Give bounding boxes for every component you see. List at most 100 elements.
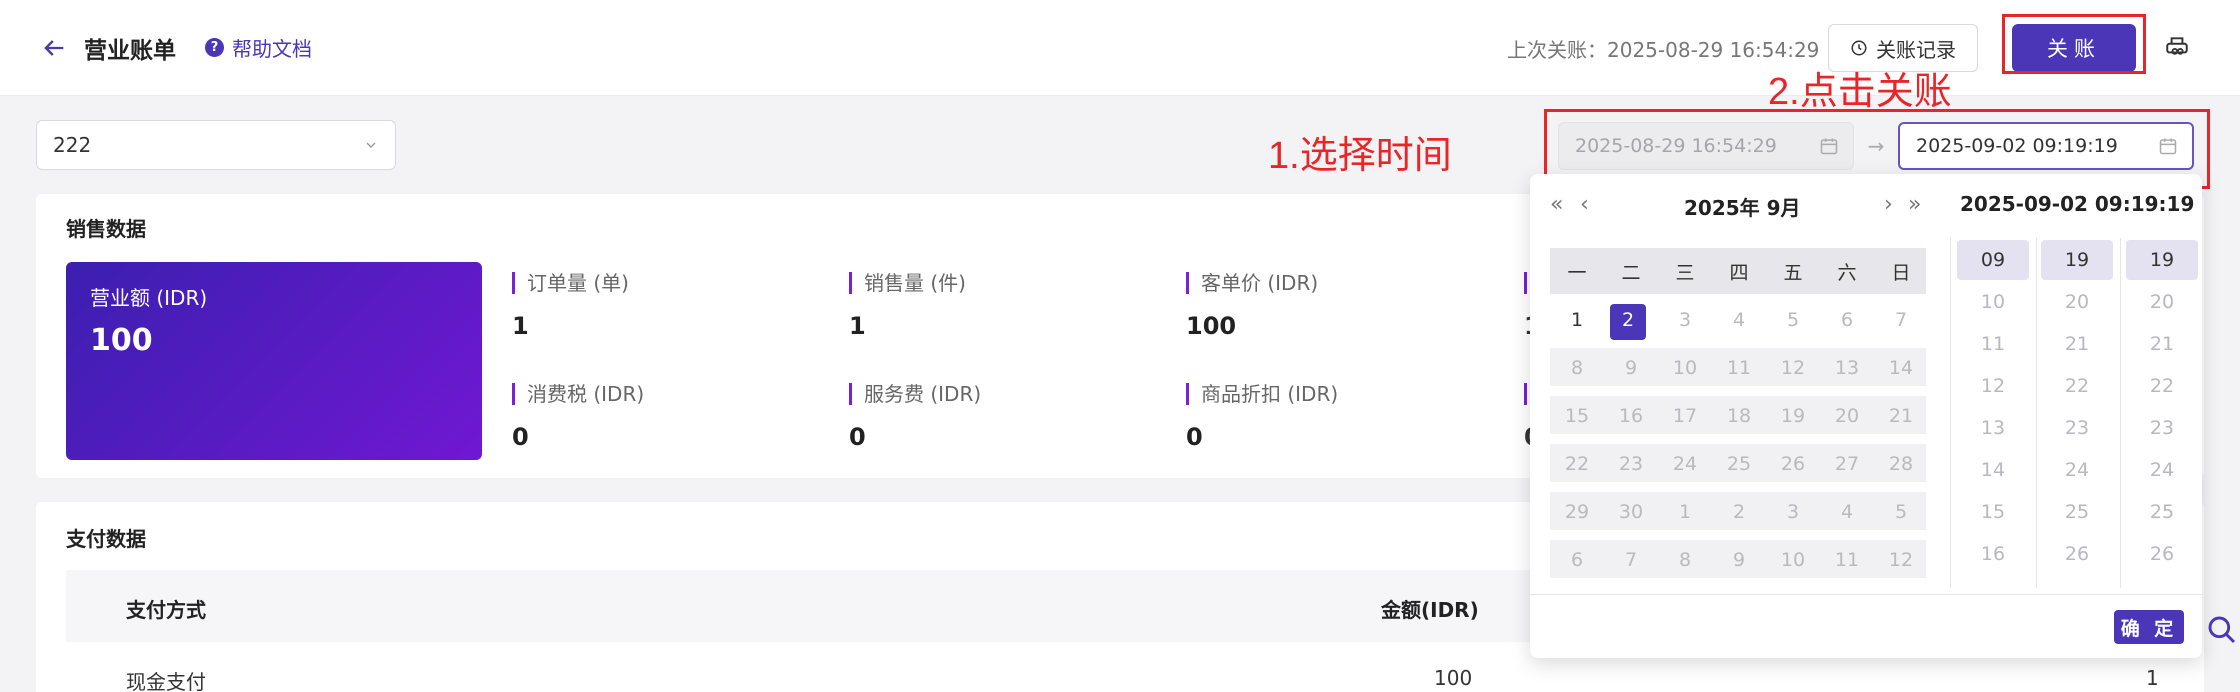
question-icon: ? [205, 38, 224, 57]
hour-option: 11 [1980, 333, 2006, 355]
hour-option: 10 [1980, 291, 2006, 313]
calendar-day: 17 [1672, 405, 1698, 427]
weekday-label: 二 [1621, 262, 1641, 284]
search-icon[interactable] [2206, 614, 2238, 646]
calendar-icon [2159, 138, 2177, 155]
calendar-day: 11 [1726, 357, 1752, 379]
hour-option: 12 [1980, 375, 2006, 397]
calendar-day: 4 [1840, 501, 1854, 523]
close-records-label: 关账记录 [1876, 37, 1956, 62]
calendar-day: 12 [1780, 357, 1806, 379]
metric-label: 消费税 (IDR) [512, 383, 812, 405]
calendar-day: 30 [1618, 501, 1644, 523]
metric-value: 1 [849, 312, 866, 340]
metric-marker [1524, 272, 1527, 294]
back-arrow-icon[interactable] [40, 34, 68, 62]
metric-label: 商品折扣 (IDR) [1186, 383, 1486, 405]
help-docs-link[interactable]: ? 帮助文档 [205, 33, 312, 62]
metric-label: 订单量 (单) [512, 272, 812, 294]
weekday-label: 三 [1675, 262, 1695, 284]
calendar-day: 16 [1618, 405, 1644, 427]
calendar-day: 9 [1624, 357, 1638, 379]
range-arrow-icon: → [1867, 134, 1885, 158]
second-option[interactable]: 19 [2126, 249, 2198, 271]
calendar-week: 6 7 8 9 10 11 12 [1550, 540, 1926, 578]
calendar-day: 7 [1894, 309, 1908, 331]
second-option: 23 [2149, 417, 2175, 439]
sales-title: 销售数据 [66, 217, 146, 241]
minute-option: 21 [2064, 333, 2090, 355]
minute-option: 22 [2064, 375, 2090, 397]
column-divider [2120, 238, 2121, 588]
chevron-down-icon [366, 142, 376, 148]
next-month-icon[interactable]: › [1884, 192, 1893, 217]
confirm-button[interactable]: 确 定 [2114, 610, 2184, 644]
store-select-value: 222 [53, 133, 92, 157]
metric-marker [1524, 383, 1527, 405]
second-option: 20 [2149, 291, 2175, 313]
metric-avg-price: 客单价 (IDR) 100 [1186, 272, 1486, 340]
page-title: 营业账单 [84, 38, 176, 64]
calendar-day: 3 [1678, 309, 1692, 331]
metric-value: 1 [512, 312, 529, 340]
weekday-label: 六 [1837, 262, 1857, 284]
column-divider [1950, 238, 1951, 588]
calendar-day: 11 [1834, 549, 1860, 571]
payment-method-cell: 现金支付 [126, 670, 206, 692]
metric-discount: 商品折扣 (IDR) 0 [1186, 383, 1486, 451]
calendar-day[interactable]: 1 [1550, 309, 1604, 331]
column-header-method: 支付方式 [126, 598, 206, 622]
calendar-day: 10 [1672, 357, 1698, 379]
clock-icon [1851, 40, 1867, 56]
revenue-label: 营业额 (IDR) [90, 286, 208, 310]
calendar-day: 25 [1726, 453, 1752, 475]
end-time-value: 2025-09-02 09:19:19 [1916, 135, 2118, 157]
next-year-icon[interactable]: » [1908, 192, 1921, 217]
calendar-week: 29 30 1 2 3 4 5 [1550, 492, 1926, 530]
calendar-day: 9 [1732, 549, 1746, 571]
metric-value: 0 [849, 423, 866, 451]
picker-footer-divider [1530, 594, 2202, 595]
revenue-hero-card: 营业额 (IDR) 100 [66, 262, 482, 460]
calendar-day: 5 [1786, 309, 1800, 331]
minute-option[interactable]: 19 [2041, 249, 2113, 271]
store-select[interactable]: 222 [36, 120, 396, 170]
column-divider [2036, 238, 2037, 588]
calendar-day: 27 [1834, 453, 1860, 475]
printer-icon[interactable] [2164, 34, 2190, 60]
second-option: 26 [2149, 543, 2175, 565]
calendar-week: 22 23 24 25 26 27 28 [1550, 444, 1926, 482]
calendar-day-selected[interactable]: 2 [1601, 309, 1655, 331]
calendar-day: 20 [1834, 405, 1860, 427]
calendar-day: 4 [1732, 309, 1746, 331]
hour-option: 15 [1980, 501, 2006, 523]
payment-title: 支付数据 [66, 527, 146, 551]
calendar-day: 3 [1786, 501, 1800, 523]
metric-value: 100 [1186, 312, 1237, 340]
calendar-day: 24 [1672, 453, 1698, 475]
prev-year-icon[interactable]: « [1550, 192, 1563, 217]
calendar-day: 23 [1618, 453, 1644, 475]
calendar-day: 21 [1888, 405, 1914, 427]
calendar-day: 29 [1564, 501, 1590, 523]
calendar-day: 19 [1780, 405, 1806, 427]
weekday-label: 五 [1783, 262, 1803, 284]
second-option: 21 [2149, 333, 2175, 355]
calendar-day: 7 [1624, 549, 1638, 571]
annotation-step1: 1.选择时间 [1268, 135, 1452, 177]
start-time-value: 2025-08-29 16:54:29 [1575, 135, 1777, 157]
minute-option: 24 [2064, 459, 2090, 481]
calendar-day: 5 [1894, 501, 1908, 523]
month-title: 2025年 9月 [1684, 196, 1801, 220]
prev-month-icon[interactable]: ‹ [1580, 192, 1589, 217]
end-time-input[interactable]: 2025-09-02 09:19:19 [1898, 122, 2194, 170]
metric-service-fee: 服务费 (IDR) 0 [849, 383, 1149, 451]
metric-label: 销售量 (件) [849, 272, 1149, 294]
weekday-label: 日 [1891, 262, 1911, 284]
calendar-grid: 1 2 3 4 5 6 7 8 9 10 11 12 13 14 15 16 1… [1550, 300, 1926, 578]
calendar-day: 8 [1570, 357, 1584, 379]
hour-option[interactable]: 09 [1957, 249, 2029, 271]
metric-sales-qty: 销售量 (件) 1 [849, 272, 1149, 340]
second-option: 24 [2149, 459, 2175, 481]
minute-option: 20 [2064, 291, 2090, 313]
